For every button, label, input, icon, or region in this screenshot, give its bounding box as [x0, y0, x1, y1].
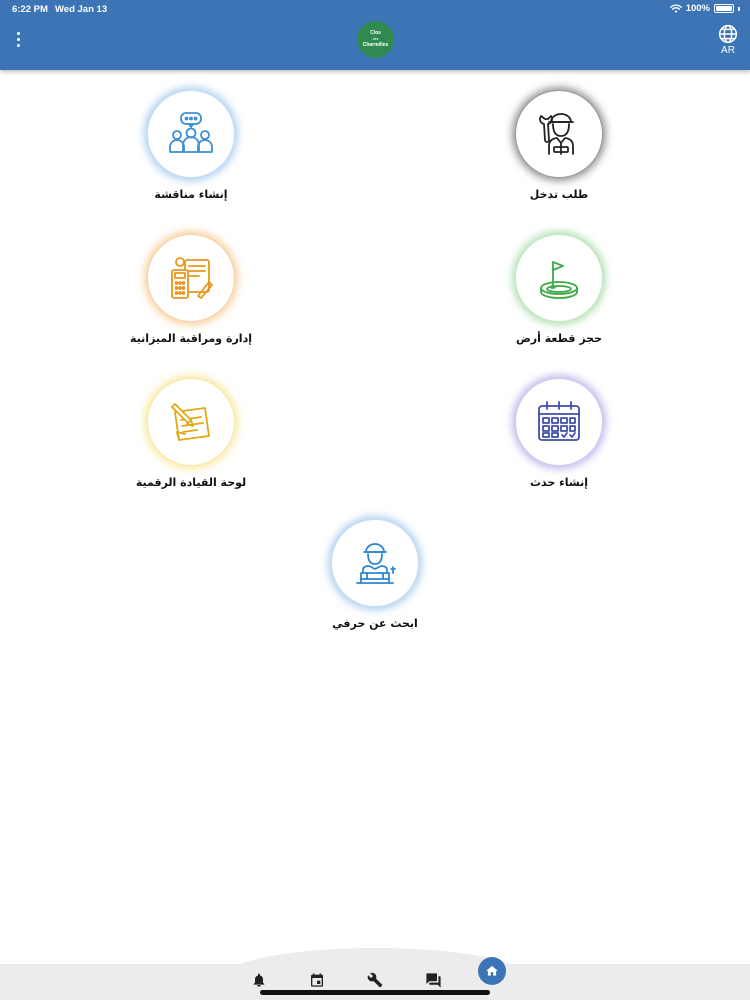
- tile-circle: [147, 378, 235, 466]
- tile-label: طلب تدخل: [529, 188, 589, 201]
- tile-label: إدارة ومراقبة الميزانية: [130, 332, 252, 345]
- home-indicator: [260, 990, 490, 995]
- technician-icon: [539, 113, 574, 155]
- nav-home[interactable]: [478, 957, 506, 985]
- wifi-icon: [669, 3, 682, 13]
- more-menu-button[interactable]: [10, 28, 26, 50]
- logo-line-1: Clos: [370, 30, 381, 37]
- menu-dot-icon: [16, 43, 20, 47]
- tile-label: ابحث عن حرفي: [332, 617, 418, 630]
- notepad-pencil-icon: [171, 403, 210, 441]
- status-time: 6:22 PM: [12, 4, 48, 15]
- tile-label: حجز قطعة أرض: [515, 332, 603, 345]
- tile-digital-dashboard[interactable]: لوحة القيادة الرقمية: [111, 378, 271, 508]
- tile-circle: [515, 234, 603, 322]
- tile-label: إنشاء حدث: [529, 476, 588, 489]
- app-logo[interactable]: Clos des Charmilles: [357, 21, 394, 58]
- app-root: 6:22 PM Wed Jan 13 100% Clos des Charmil…: [0, 0, 750, 1000]
- menu-dot-icon: [16, 37, 20, 41]
- tile-find-craftsman[interactable]: ابحث عن حرفي: [295, 519, 455, 649]
- menu-dot-icon: [16, 31, 20, 35]
- battery-percentage: 100%: [685, 3, 710, 14]
- status-right: 100%: [669, 3, 740, 14]
- logo-line-3: Charmilles: [362, 41, 389, 48]
- tile-create-event[interactable]: إنشاء حدث: [479, 378, 639, 508]
- home-icon: [486, 965, 498, 976]
- budget-calculator-icon: [171, 257, 213, 299]
- tile-book-plot[interactable]: حجز قطعة أرض: [479, 234, 639, 364]
- language-label: AR: [721, 45, 735, 56]
- tile-label: لوحة القيادة الرقمية: [135, 476, 247, 489]
- wrench-icon: [367, 972, 383, 988]
- status-bar: 6:22 PM Wed Jan 13 100%: [0, 0, 750, 20]
- bell-icon: [253, 973, 265, 987]
- tile-circle: [147, 234, 235, 322]
- calendar-icon: [538, 401, 580, 441]
- tile-create-discussion[interactable]: إنشاء مناقشة: [111, 90, 271, 220]
- chat-icon: [425, 972, 441, 988]
- app-header: 6:22 PM Wed Jan 13 100% Clos des Charmil…: [0, 0, 750, 70]
- tile-circle: [331, 519, 419, 607]
- discussion-group-icon: [169, 112, 213, 153]
- tile-circle: [147, 90, 235, 178]
- golf-flag-icon: [540, 261, 578, 299]
- tile-intervention-request[interactable]: طلب تدخل: [479, 90, 639, 220]
- battery-tip: [738, 6, 740, 11]
- tile-label: إنشاء مناقشة: [154, 188, 228, 201]
- craftsman-icon: [356, 543, 396, 584]
- tile-circle: [515, 378, 603, 466]
- tile-budget-management[interactable]: إدارة ومراقبة الميزانية: [111, 234, 271, 364]
- calendar-event-icon: [311, 973, 323, 987]
- battery-icon: [714, 4, 734, 13]
- tile-circle: [515, 90, 603, 178]
- globe-icon: [718, 24, 738, 44]
- language-button[interactable]: AR: [716, 24, 740, 60]
- status-date: Wed Jan 13: [55, 4, 108, 15]
